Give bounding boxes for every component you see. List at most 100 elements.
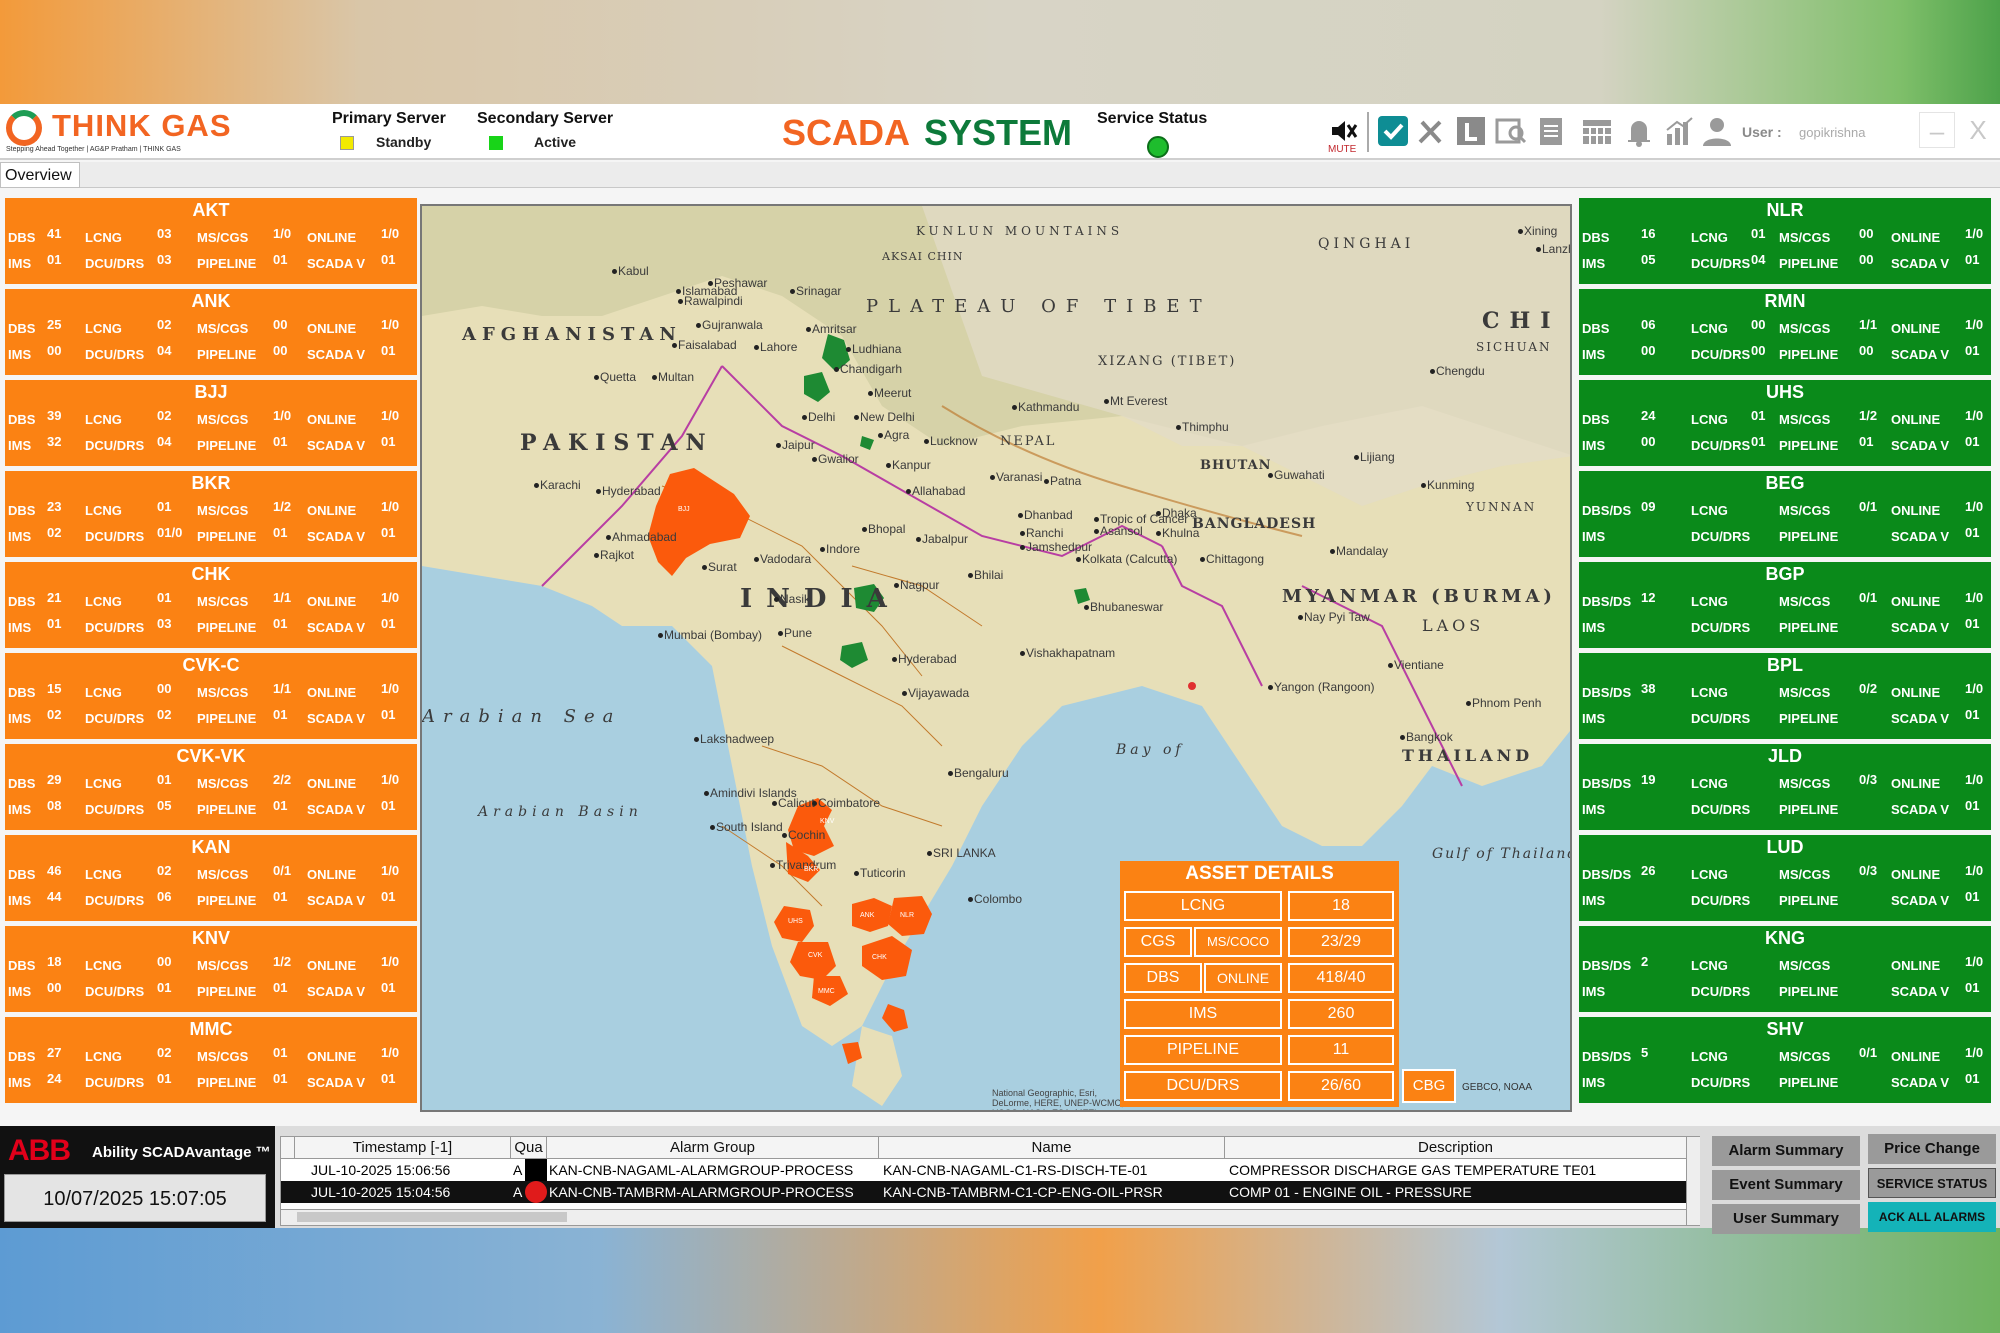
city-marker (916, 537, 921, 542)
bell-icon[interactable] (1622, 114, 1656, 148)
site-stat-value: 1/0 (381, 772, 400, 787)
alarm-summary-button[interactable]: Alarm Summary (1712, 1136, 1860, 1166)
site-stat-label: DBS (8, 412, 36, 427)
tools-icon[interactable] (1414, 114, 1448, 148)
city-marker (770, 863, 775, 868)
site-panel-mmc[interactable]: MMC DBS 27 LCNG 02 MS/CGS 01 ONLINE 1/0 IMS 24 DCU/… (5, 1017, 417, 1103)
site-stat-label: MS/CGS (197, 594, 249, 609)
site-stat-label: LCNG (85, 867, 122, 882)
site-stat-label: LCNG (1691, 412, 1728, 427)
site-panel-akt[interactable]: AKT DBS 41 LCNG 03 MS/CGS 1/0 ONLINE 1/0 IMS 01 DCU… (5, 198, 417, 284)
mute-icon[interactable] (1326, 114, 1360, 148)
site-stat-label: DBS/DS (1582, 958, 1632, 973)
l-icon[interactable] (1454, 114, 1488, 148)
minimize-button[interactable]: – (1919, 112, 1955, 148)
india-map[interactable]: AFGHANISTAN PAKISTAN INDIA PLATEAU OF TIBET… (420, 204, 1572, 1112)
region-tag: BJJ (678, 506, 690, 513)
city-marker (1268, 473, 1273, 478)
user-summary-button[interactable]: User Summary (1712, 1204, 1860, 1234)
tab-overview[interactable]: Overview (0, 162, 80, 188)
city-marker (1466, 701, 1471, 706)
site-panel-jld[interactable]: JLD DBS/DS 19 LCNG MS/CGS 0/3 ONLINE 1/0 IMS DCU/… (1579, 744, 1991, 830)
city-label: Ahmadabad (612, 530, 677, 544)
site-stat-value: 02 (157, 408, 172, 423)
city-marker (862, 527, 867, 532)
site-stat-value: 00 (1859, 226, 1874, 241)
clipboard-icon[interactable] (1534, 114, 1568, 148)
site-stat-label: MS/CGS (197, 412, 249, 427)
site-stat-label: DBS (8, 685, 36, 700)
cbg-button[interactable]: CBG (1402, 1069, 1456, 1103)
col-alarm-group[interactable]: Alarm Group (547, 1137, 879, 1159)
col-description[interactable]: Description (1225, 1137, 1687, 1159)
site-stat-label: LCNG (85, 1049, 122, 1064)
site-panel-bpl[interactable]: BPL DBS/DS 38 LCNG MS/CGS 0/2 ONLINE 1/0 IMS DCU/… (1579, 653, 1991, 739)
site-panel-lud[interactable]: LUD DBS/DS 26 LCNG MS/CGS 0/3 ONLINE 1/0 IMS DCU/… (1579, 835, 1991, 921)
city-marker (1176, 425, 1181, 430)
chart-icon[interactable] (1662, 114, 1696, 148)
site-stat-label: MS/CGS (197, 776, 249, 791)
close-button[interactable]: X (1960, 112, 1996, 148)
asset-online-label: ONLINE (1204, 963, 1282, 993)
city-marker (1020, 651, 1025, 656)
col-name[interactable]: Name (879, 1137, 1225, 1159)
search-report-icon[interactable] (1494, 114, 1528, 148)
city-label: Jabalpur (922, 532, 969, 546)
site-panel-cvk-vk[interactable]: CVK-VK DBS 29 LCNG 01 MS/CGS 2/2 ONLINE 1/0 IMS 08… (5, 744, 417, 830)
city-label: Lahore (760, 340, 798, 354)
site-panel-knv[interactable]: KNV DBS 18 LCNG 00 MS/CGS 1/2 ONLINE 1/0 IMS 00 DCU… (5, 926, 417, 1012)
city-marker (594, 375, 599, 380)
event-summary-button[interactable]: Event Summary (1712, 1170, 1860, 1200)
alarm-table[interactable]: Timestamp [-1] Qua Alarm Group Name Desc… (280, 1136, 1700, 1226)
site-panel-ank[interactable]: ANK DBS 25 LCNG 02 MS/CGS 00 ONLINE 1/0 IMS 00 DCU/… (5, 289, 417, 375)
site-panel-shv[interactable]: SHV DBS/DS 5 LCNG MS/CGS 0/1 ONLINE 1/0 IMS DCU/D… (1579, 1017, 1991, 1103)
site-stat-label: SCADA V (1891, 711, 1950, 726)
price-change-button[interactable]: Price Change (1868, 1134, 1996, 1164)
site-stat-value: 01 (273, 980, 288, 995)
site-stat-value: 01 (1965, 434, 1980, 449)
site-stat-label: MS/CGS (1779, 230, 1831, 245)
site-panel-beg[interactable]: BEG DBS/DS 09 LCNG MS/CGS 0/1 ONLINE 1/0 IMS DCU/… (1579, 471, 1991, 557)
site-panel-bgp[interactable]: BGP DBS/DS 12 LCNG MS/CGS 0/1 ONLINE 1/0 IMS DCU/… (1579, 562, 1991, 648)
site-stat-value: 01 (381, 1071, 396, 1086)
city-marker (990, 475, 995, 480)
vertical-scrollbar[interactable] (1686, 1137, 1700, 1225)
site-panel-rmn[interactable]: RMN DBS 06 LCNG 00 MS/CGS 1/1 ONLINE 1/0 IMS 00 DCU… (1579, 289, 1991, 375)
site-panel-uhs[interactable]: UHS DBS 24 LCNG 01 MS/CGS 1/2 ONLINE 1/0 IMS 00 DCU… (1579, 380, 1991, 466)
site-stat-value: 01 (1965, 798, 1980, 813)
scada-screen: THINK GAS Stepping Ahead Together | AG&P… (0, 104, 2000, 1234)
site-panel-kan[interactable]: KAN DBS 46 LCNG 02 MS/CGS 0/1 ONLINE 1/0 IMS 44 DCU… (5, 835, 417, 921)
site-stat-label: IMS (1582, 1075, 1606, 1090)
col-timestamp[interactable]: Timestamp [-1] (295, 1137, 511, 1159)
horizontal-scrollbar[interactable] (281, 1209, 1686, 1225)
site-stat-value: 01 (157, 772, 172, 787)
ack-all-alarms-button[interactable]: ACK ALL ALARMS (1868, 1202, 1996, 1232)
calendar-icon[interactable] (1580, 114, 1614, 148)
city-label: SRI LANKA (933, 846, 996, 860)
site-panel-bjj[interactable]: BJJ DBS 39 LCNG 02 MS/CGS 1/0 ONLINE 1/0 IMS 32 DCU… (5, 380, 417, 466)
col-qua[interactable]: Qua (511, 1137, 547, 1159)
check-shield-icon[interactable] (1376, 114, 1410, 148)
city-marker (782, 833, 787, 838)
site-panel-cvk-c[interactable]: CVK-C DBS 15 LCNG 00 MS/CGS 1/1 ONLINE 1/0 IMS 02 D… (5, 653, 417, 739)
service-status-button[interactable]: SERVICE STATUS (1868, 1168, 1996, 1198)
site-stat-value: 00 (273, 343, 288, 358)
site-stat-value: 01 (1751, 408, 1766, 423)
site-stat-value: 02 (47, 525, 62, 540)
table-row[interactable]: JUL-10-2025 15:06:56 A KAN-CNB-NAGAML-AL… (281, 1159, 1686, 1181)
scrollbar-thumb[interactable] (297, 1212, 567, 1222)
site-stat-label: ONLINE (1891, 412, 1941, 427)
site-panel-nlr[interactable]: NLR DBS 16 LCNG 01 MS/CGS 00 ONLINE 1/0 IMS 05 DCU/… (1579, 198, 1991, 284)
table-row[interactable]: JUL-10-2025 15:04:56 A KAN-CNB-TAMBRM-AL… (281, 1181, 1686, 1203)
city-marker (1104, 399, 1109, 404)
user-icon[interactable] (1700, 114, 1734, 148)
map-region-label: Arabian Sea (422, 706, 622, 727)
asset-pipeline-value: 11 (1288, 1035, 1394, 1065)
site-stat-label: LCNG (85, 685, 122, 700)
site-panel-title: ANK (191, 291, 231, 311)
site-panel-chk[interactable]: CHK DBS 21 LCNG 01 MS/CGS 1/1 ONLINE 1/0 IMS 01 DCU… (5, 562, 417, 648)
site-stat-label: SCADA V (307, 347, 366, 362)
site-panel-kng[interactable]: KNG DBS/DS 2 LCNG MS/CGS ONLINE 1/0 IMS DCU/DRS P… (1579, 926, 1991, 1012)
city-marker (774, 597, 779, 602)
site-panel-bkr[interactable]: BKR DBS 23 LCNG 01 MS/CGS 1/2 ONLINE 1/0 IMS 02 DCU… (5, 471, 417, 557)
